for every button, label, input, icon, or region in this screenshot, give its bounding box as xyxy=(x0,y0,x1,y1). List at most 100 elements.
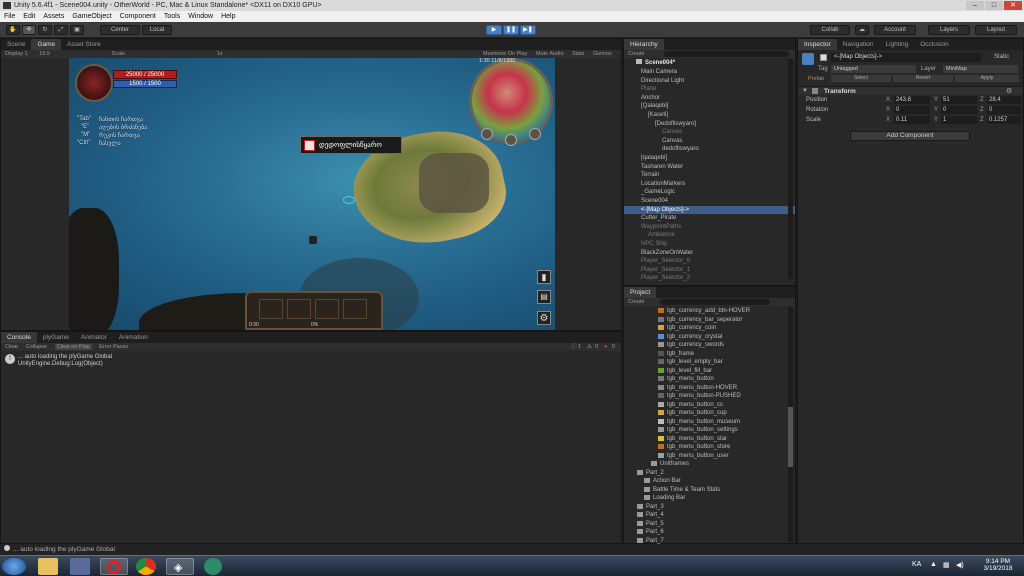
scale-y-field[interactable]: 1 xyxy=(941,116,977,124)
file-explorer-icon[interactable] xyxy=(38,558,58,575)
project-item[interactable]: tgb_menu_button_store xyxy=(624,443,795,452)
tab-project[interactable]: Project xyxy=(624,287,657,298)
layer-dropdown[interactable]: MiniMap xyxy=(943,65,1018,73)
tab-console[interactable]: Console xyxy=(1,332,37,343)
hierarchy-item[interactable]: Ambience xyxy=(624,231,795,240)
console-log-line-2[interactable]: UnityEngine.Debug:Log(Object) xyxy=(18,361,103,367)
gizmos-dropdown[interactable]: Gizmos xyxy=(593,50,612,58)
hierarchy-item[interactable]: BlackZoneOnWater xyxy=(624,249,795,258)
action-slot-2[interactable] xyxy=(287,299,311,319)
project-item[interactable]: tgb_menu_button_user xyxy=(624,452,795,461)
minimap-zoom-in-icon[interactable] xyxy=(529,128,541,140)
hierarchy-item[interactable]: [Dedofliswyaro] xyxy=(624,120,795,129)
opera-taskbar-item[interactable] xyxy=(100,558,128,575)
project-create-button[interactable]: Create xyxy=(628,299,645,305)
maximize-on-play-toggle[interactable]: Maximize On Play xyxy=(483,50,527,58)
scale-x-field[interactable]: 0.11 xyxy=(894,116,930,124)
game-canvas[interactable]: 25000 / 25000 1500 / 1500 "Tab" "E" "M" … xyxy=(69,58,555,330)
position-z-field[interactable]: 28.4 xyxy=(987,96,1021,104)
volume-icon[interactable]: ◀) xyxy=(956,561,964,569)
minimap-zoom-out-icon[interactable] xyxy=(481,128,493,140)
hierarchy-item[interactable]: Directional Light xyxy=(624,77,795,86)
menu-file[interactable]: File xyxy=(4,11,15,22)
rect-tool-icon[interactable]: ▣ xyxy=(70,25,84,35)
hierarchy-item[interactable]: WaypointPaths xyxy=(624,223,795,232)
position-y-field[interactable]: 51 xyxy=(941,96,977,104)
position-x-field[interactable]: 243.8 xyxy=(894,96,930,104)
hierarchy-item[interactable]: <-[Map Objects]-> xyxy=(624,205,795,215)
cloud-icon[interactable]: ☁ xyxy=(855,25,869,35)
unity-taskbar-item[interactable]: ◈ xyxy=(166,558,194,575)
prefab-apply-button[interactable]: Apply xyxy=(955,75,1019,82)
flag-icon[interactable]: ▮ xyxy=(537,270,551,284)
action-slot-3[interactable] xyxy=(315,299,339,319)
mute-audio-toggle[interactable]: Mute Audio xyxy=(536,50,564,58)
console-clear-on-play-toggle[interactable]: Clear on Play xyxy=(54,344,92,350)
menu-assets[interactable]: Assets xyxy=(43,11,64,22)
project-item[interactable]: Part_4 xyxy=(624,511,795,520)
project-item[interactable]: tgb_level_fill_bar xyxy=(624,367,795,376)
project-item[interactable]: tgb_menu_button_star xyxy=(624,435,795,444)
rotate-tool-icon[interactable]: ↻ xyxy=(38,25,52,35)
project-item[interactable]: tgb_level_empty_bar xyxy=(624,358,795,367)
static-toggle[interactable]: Static xyxy=(994,54,1009,60)
project-item[interactable]: tgb_currency_coin xyxy=(624,324,795,333)
chrome-icon[interactable] xyxy=(136,558,156,575)
project-item[interactable]: tgb_currency_bar_seperator xyxy=(624,316,795,325)
project-item[interactable]: Part_5 xyxy=(624,520,795,529)
project-item[interactable]: tgb_currency_swords xyxy=(624,341,795,350)
tray-arrow-icon[interactable]: ▲ xyxy=(930,561,937,568)
hierarchy-item[interactable]: Plane xyxy=(624,85,795,94)
scale-z-field[interactable]: 0.1257 xyxy=(987,116,1021,124)
prefab-select-button[interactable]: Select xyxy=(831,75,891,82)
tab-occlusion[interactable]: Occlusion xyxy=(914,39,955,50)
maximize-button[interactable]: □ xyxy=(985,1,1003,10)
project-item[interactable]: tgb_menu_button-PUSHED xyxy=(624,392,795,401)
menu-window[interactable]: Window xyxy=(188,11,213,22)
hierarchy-item[interactable]: Player_Selector_2 xyxy=(624,274,795,283)
object-name-input[interactable]: <-[Map Objects]-> xyxy=(831,53,981,62)
hierarchy-create-button[interactable]: Create xyxy=(628,51,645,57)
error-icon[interactable]: ● xyxy=(604,343,607,351)
hierarchy-item[interactable]: _GameLogic xyxy=(624,188,795,197)
minimap-center-icon[interactable] xyxy=(505,134,517,146)
project-search-input[interactable] xyxy=(660,299,770,305)
project-item[interactable]: Unitframes xyxy=(624,460,795,469)
language-indicator[interactable]: KA xyxy=(912,561,921,568)
hierarchy-search-input[interactable] xyxy=(664,51,789,57)
hierarchy-item[interactable]: Canvas xyxy=(624,128,795,137)
project-item[interactable]: tgb_currency_add_btn-HOVER xyxy=(624,307,795,316)
layout-dropdown[interactable]: Layout xyxy=(975,25,1017,35)
scale-tool-icon[interactable]: ⤢ xyxy=(54,25,68,35)
rotation-x-field[interactable]: 0 xyxy=(894,106,930,114)
account-dropdown[interactable]: Account xyxy=(874,25,916,35)
tab-animator[interactable]: Animator xyxy=(75,332,113,343)
warning-icon[interactable]: ⚠ xyxy=(587,343,592,351)
project-scrollbar[interactable] xyxy=(788,307,793,542)
tab-navigation[interactable]: Navigation xyxy=(837,39,880,50)
project-item[interactable]: tgb_menu_button_settings xyxy=(624,426,795,435)
console-log-line-1[interactable]: ... auto loading the plyGame Global xyxy=(18,354,112,360)
hierarchy-item[interactable]: Canvas xyxy=(624,137,795,146)
tab-game[interactable]: Game xyxy=(31,39,62,50)
move-tool-icon[interactable]: ✥ xyxy=(22,25,36,35)
project-item[interactable]: tgb_menu_button-HOVER xyxy=(624,384,795,393)
windows-start-icon[interactable] xyxy=(2,558,26,575)
hierarchy-item[interactable]: Main Camera xyxy=(624,68,795,77)
minimize-button[interactable]: – xyxy=(966,1,984,10)
display-dropdown[interactable]: Display 1 xyxy=(5,51,28,57)
project-item[interactable]: tgb_menu_button_cup xyxy=(624,409,795,418)
menu-gameobject[interactable]: GameObject xyxy=(72,11,111,22)
layers-dropdown[interactable]: Layers xyxy=(928,25,970,35)
menu-help[interactable]: Help xyxy=(221,11,235,22)
scene-root[interactable]: Scene004* xyxy=(624,59,795,68)
settings-gear-icon[interactable]: ⚙ xyxy=(537,311,551,325)
project-item[interactable]: Action Bar xyxy=(624,477,795,486)
hierarchy-item[interactable]: Cutter_Pirate xyxy=(624,214,795,223)
console-collapse-button[interactable]: Collapse xyxy=(26,344,47,350)
hierarchy-item[interactable]: Player_Selector_1 xyxy=(624,266,795,275)
hierarchy-item[interactable]: Terrain xyxy=(624,171,795,180)
prefab-revert-button[interactable]: Revert xyxy=(893,75,953,82)
component-settings-gear-icon[interactable]: ⚙ xyxy=(1006,87,1012,95)
menu-component[interactable]: Component xyxy=(120,11,156,22)
